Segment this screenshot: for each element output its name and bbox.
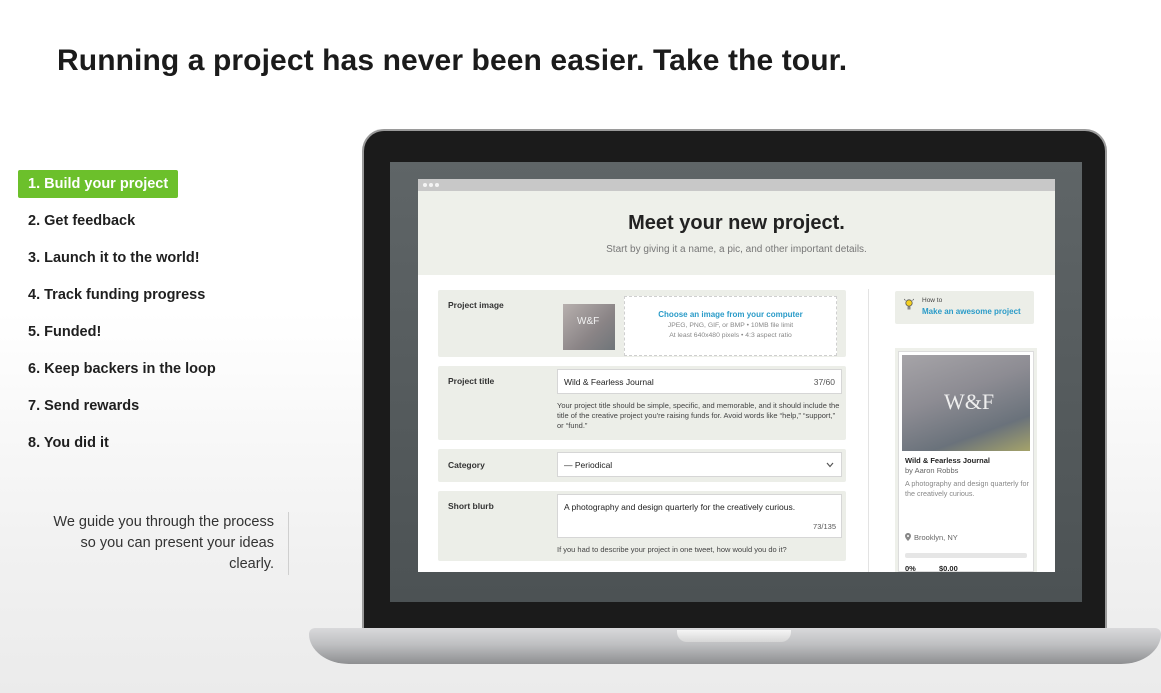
project-title-help: Your project title should be simple, spe… xyxy=(557,401,840,430)
project-title-label: Project title xyxy=(448,376,495,386)
howto-caption: How to xyxy=(922,297,943,304)
project-title-input[interactable]: Wild & Fearless Journal 37/60 xyxy=(557,369,842,394)
short-blurb-row: Short blurb A photography and design qua… xyxy=(438,491,846,561)
project-form: Project image W&F Choose an image from y… xyxy=(438,290,846,570)
tour-step-4[interactable]: 4. Track funding progress xyxy=(18,281,215,309)
project-hero: Meet your new project. Start by giving i… xyxy=(418,191,1055,275)
laptop-notch xyxy=(677,630,791,642)
card-image: W&F xyxy=(902,355,1030,451)
chevron-down-icon xyxy=(826,462,834,468)
project-title-row: Project title Wild & Fearless Journal 37… xyxy=(438,366,846,440)
tour-description: We guide you through the process so you … xyxy=(53,514,274,572)
tour-step-8[interactable]: 8. You did it xyxy=(18,429,119,457)
image-dropzone[interactable]: Choose an image from your computer JPEG,… xyxy=(624,296,837,356)
image-requirements: JPEG, PNG, GIF, or BMP • 10MB file limit xyxy=(667,322,794,329)
project-image-thumbnail: W&F xyxy=(563,304,615,350)
card-title: Wild & Fearless Journal xyxy=(905,456,990,465)
choose-image-link[interactable]: Choose an image from your computer xyxy=(625,310,836,319)
tour-steps-nav: 1. Build your project 2. Get feedback 3.… xyxy=(18,170,248,466)
card-description: A photography and design quarterly for t… xyxy=(905,479,1029,498)
category-select[interactable]: — Periodical xyxy=(557,452,842,477)
short-blurb-label: Short blurb xyxy=(448,501,494,511)
blurb-char-count: 73/135 xyxy=(813,522,836,531)
image-aspect-note: At least 640x480 pixels • 4:3 aspect rat… xyxy=(669,332,792,339)
howto-link[interactable]: Make an awesome project xyxy=(922,307,1021,316)
sidebar-divider xyxy=(868,289,869,572)
card-pledged-amount: $0.00 xyxy=(939,564,958,572)
divider xyxy=(288,512,289,575)
window-dot-icon xyxy=(429,183,433,187)
project-image-label: Project image xyxy=(448,300,504,310)
project-preview-card: W&F Wild & Fearless Journal by Aaron Rob… xyxy=(898,351,1034,572)
project-image-row: Project image W&F Choose an image from y… xyxy=(438,290,846,357)
window-dot-icon xyxy=(435,183,439,187)
title-char-count: 37/60 xyxy=(813,377,835,387)
short-blurb-textarea[interactable]: A photography and design quarterly for t… xyxy=(557,494,842,538)
card-author: by Aaron Robbs xyxy=(905,466,959,475)
browser-window: Meet your new project. Start by giving i… xyxy=(418,179,1055,572)
browser-titlebar xyxy=(418,179,1055,191)
page-headline: Running a project has never been easier.… xyxy=(57,44,848,77)
funding-progress-bar xyxy=(905,553,1027,558)
hero-title: Meet your new project. xyxy=(628,212,845,234)
tour-step-3[interactable]: 3. Launch it to the world! xyxy=(18,244,210,272)
category-label: Category xyxy=(448,460,485,470)
tour-step-1[interactable]: 1. Build your project xyxy=(18,170,179,198)
location-pin-icon xyxy=(905,533,911,541)
window-dot-icon xyxy=(423,183,427,187)
lightbulb-icon xyxy=(904,298,914,310)
category-row: Category — Periodical xyxy=(438,449,846,482)
card-location: Brooklyn, NY xyxy=(905,533,958,542)
tour-step-5[interactable]: 5. Funded! xyxy=(18,318,111,346)
short-blurb-help: If you had to describe your project in o… xyxy=(557,545,787,554)
hero-subtitle: Start by giving it a name, a pic, and ot… xyxy=(606,244,867,255)
howto-box[interactable]: How to Make an awesome project xyxy=(895,291,1034,324)
tour-step-7[interactable]: 7. Send rewards xyxy=(18,392,149,420)
tour-step-2[interactable]: 2. Get feedback xyxy=(18,207,145,235)
tour-step-6[interactable]: 6. Keep backers in the loop xyxy=(18,355,226,383)
card-funded-percent: 0% xyxy=(905,564,916,572)
